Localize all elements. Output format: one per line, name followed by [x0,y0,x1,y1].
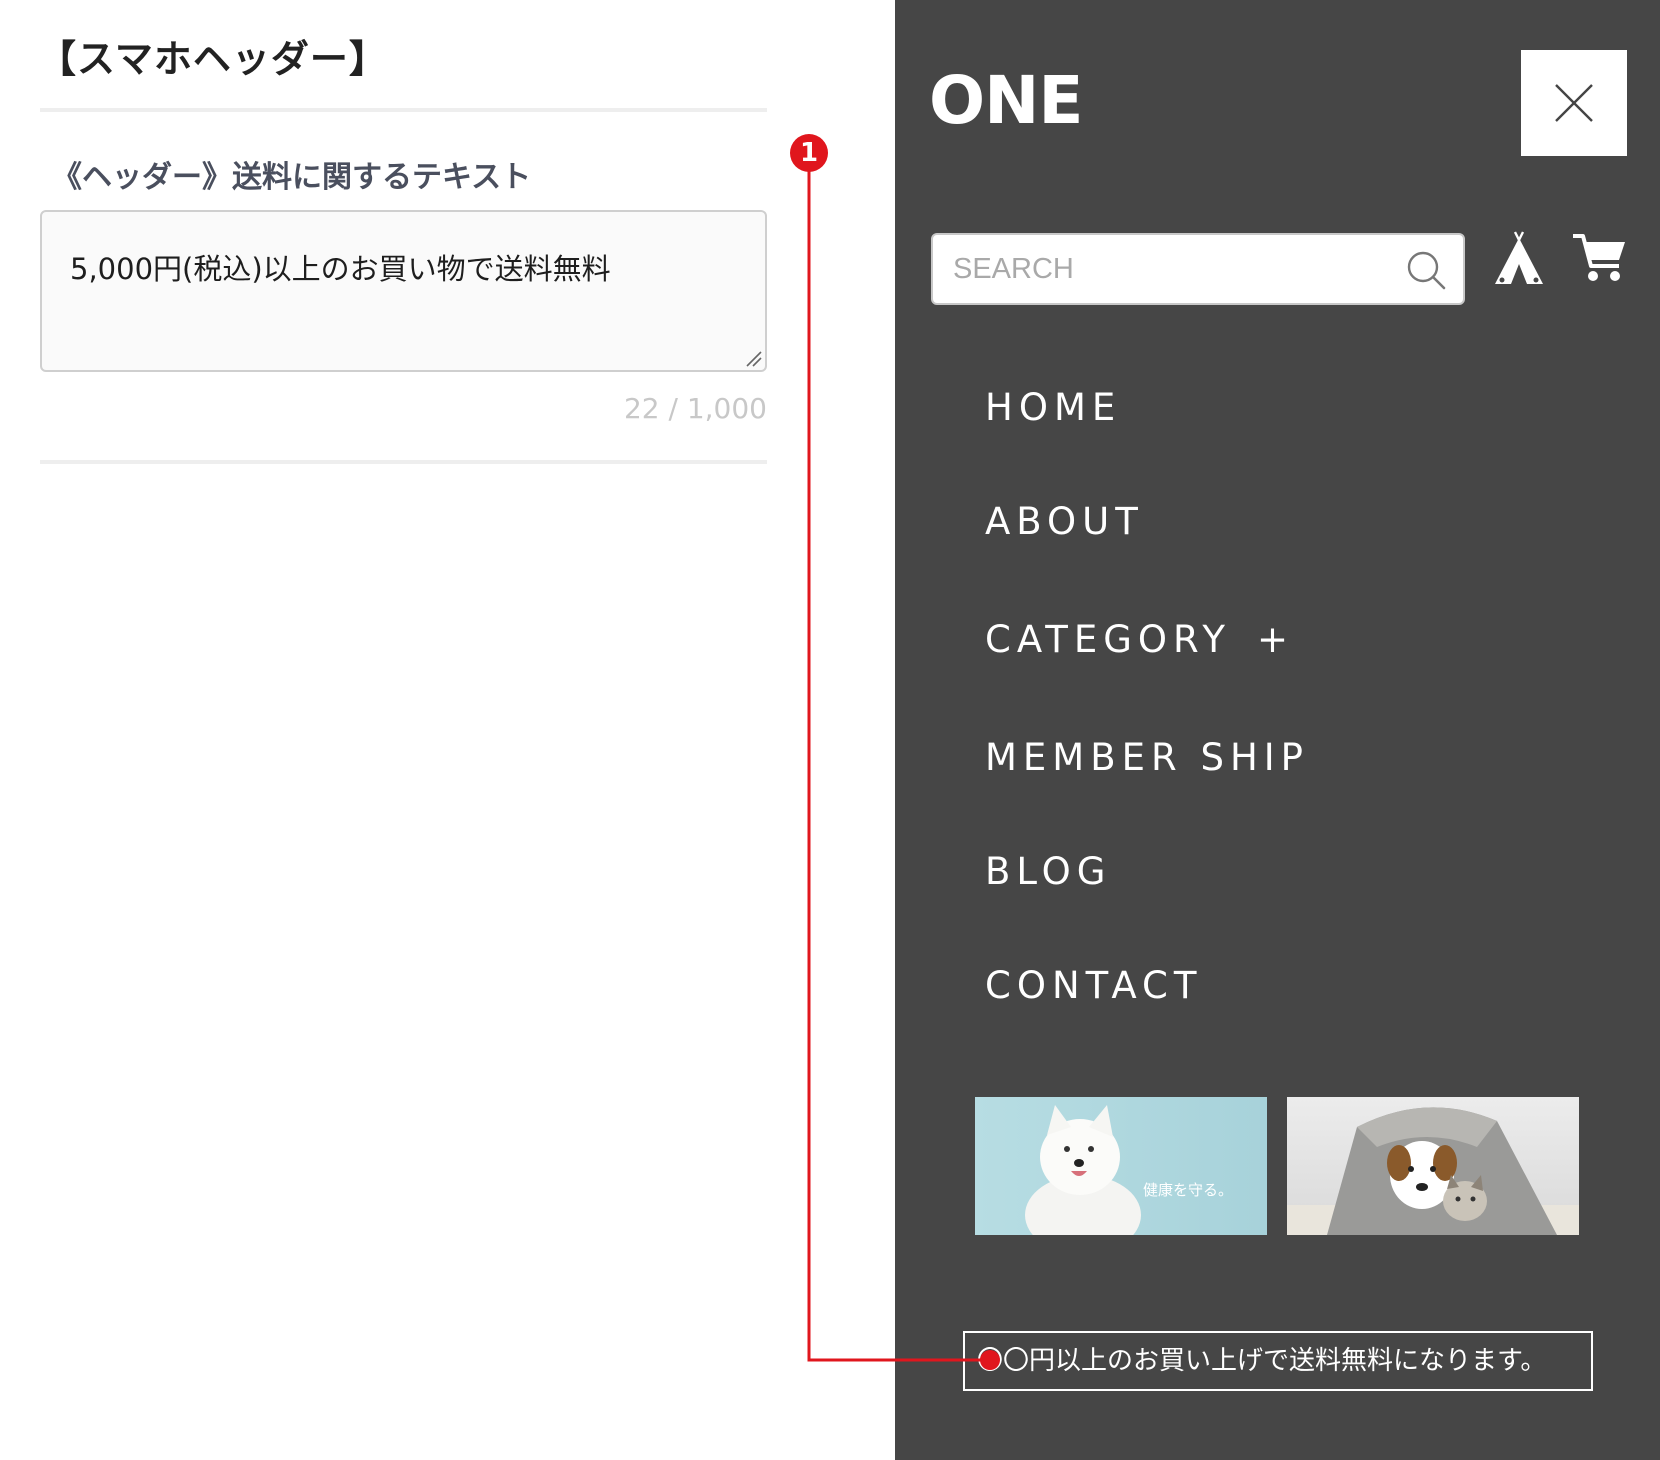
settings-panel: 【スマホヘッダー】 《ヘッダー》送料に関するテキスト 5,000円(税込)以上の… [0,0,895,1460]
shipping-text-textarea[interactable]: 5,000円(税込)以上のお買い物で送料無料 [40,210,767,372]
white-dog-image: 健康を守る。 [1025,1105,1233,1235]
nav-item-home[interactable]: HOME [985,386,1121,429]
search-icon[interactable] [1405,249,1447,291]
field-label: 《ヘッダー》送料に関するテキスト [52,160,532,195]
banner-caption: 健康を守る。 [1143,1181,1233,1199]
divider [40,460,767,464]
search-box[interactable] [931,233,1465,305]
expand-plus-icon[interactable]: + [1257,618,1288,661]
shipping-text-value[interactable]: 5,000円(税込)以上のお買い物で送料無料 [70,246,611,288]
nav-item-contact[interactable]: CONTACT [985,964,1202,1007]
annotation-badge: 1 [790,134,828,172]
shipping-notice: 〇〇円以上のお買い上げで送料無料になります。 [963,1331,1593,1391]
search-input[interactable] [953,235,1393,303]
close-icon [1555,84,1593,122]
banner-dog[interactable]: 健康を守る。 [975,1097,1267,1235]
nav-item-membership[interactable]: MEMBER SHIP [985,736,1309,779]
character-counter: 22 / 1,000 [623,392,767,425]
page-title: 【スマホヘッダー】 [38,37,388,81]
divider [40,108,767,112]
close-button[interactable] [1521,50,1627,156]
tent-icon[interactable] [1493,230,1545,286]
resize-grip-icon[interactable] [743,348,763,368]
nav-item-category[interactable]: CATEGORY + [985,618,1288,661]
dog-cat-blanket-image [1287,1107,1579,1235]
brand-logo[interactable]: ONE [929,62,1083,139]
banner-pets[interactable] [1287,1097,1579,1235]
nav-item-about[interactable]: ABOUT [985,500,1144,543]
mobile-menu-drawer: ONE HOME ABOUT CATEGORY + MEMBER SHIP BLO… [895,0,1660,1460]
nav-item-blog[interactable]: BLOG [985,850,1111,893]
nav-item-category-label: CATEGORY [985,618,1231,661]
cart-icon[interactable] [1571,232,1627,284]
